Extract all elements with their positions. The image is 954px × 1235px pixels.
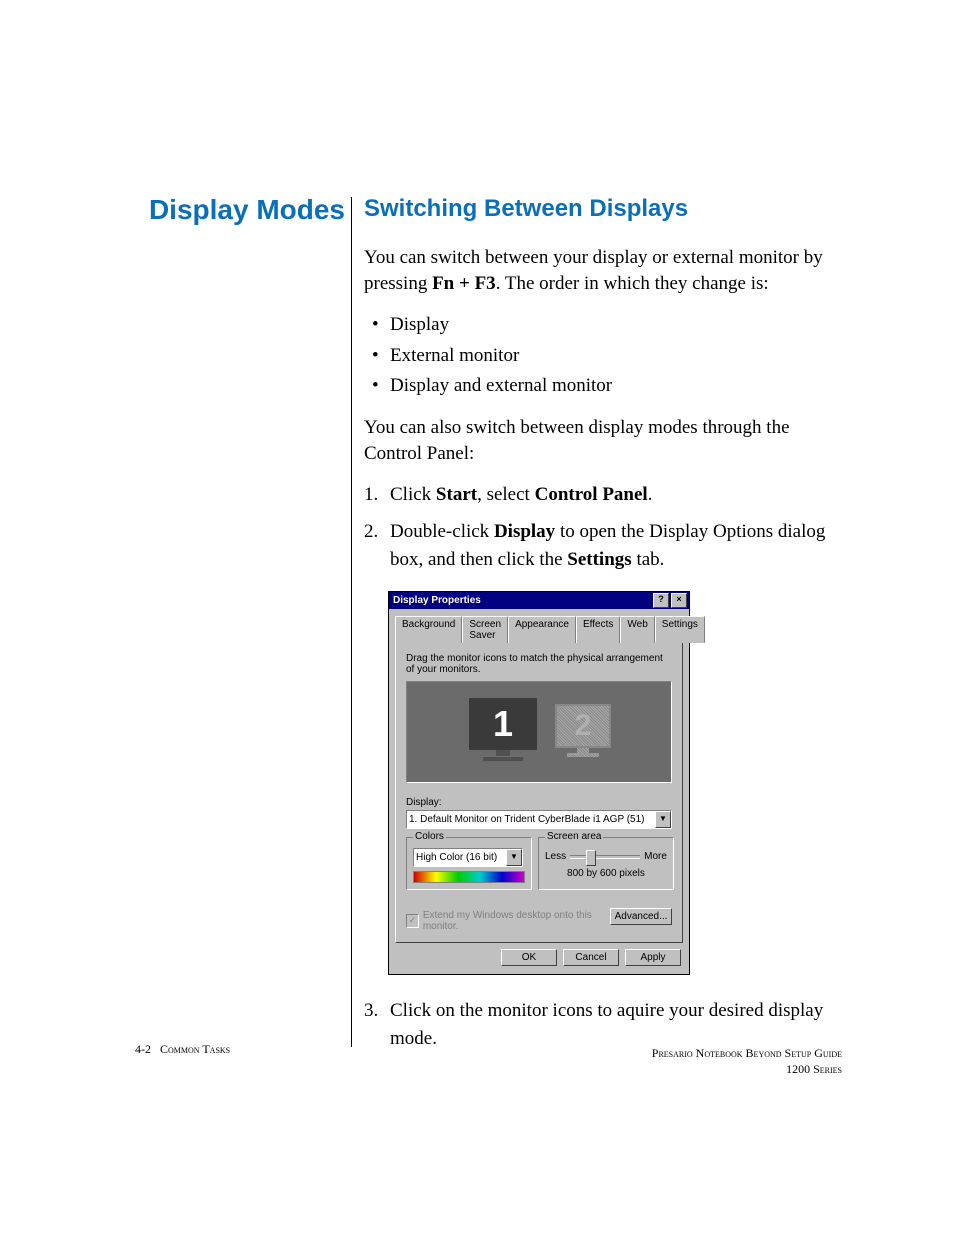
footer-right: Presario Notebook Beyond Setup Guide 120… — [652, 1046, 842, 1077]
bullet-item: External monitor — [364, 341, 844, 371]
paragraph-2: You can also switch between display mode… — [364, 415, 844, 466]
footer-series: 1200 Series — [652, 1062, 842, 1078]
extend-checkbox[interactable]: ✓ — [406, 914, 419, 928]
step-1-c: , select — [477, 484, 535, 505]
intro-text-b: . The order in which they change is: — [496, 273, 769, 294]
bullet-list: Display External monitor Display and ext… — [364, 310, 844, 401]
resolution-value: 800 by 600 pixels — [545, 868, 667, 879]
settings-panel: Drag the monitor icons to match the phys… — [395, 642, 683, 943]
tab-appearance[interactable]: Appearance — [508, 616, 576, 643]
slider-thumb[interactable] — [586, 850, 596, 866]
step-3: Click on the monitor icons to aquire you… — [364, 997, 844, 1052]
screen-area-label: Screen area — [545, 831, 603, 842]
screen-area-group: Screen area Less More 800 by 600 pixels — [538, 837, 674, 890]
intro-paragraph: You can switch between your display or e… — [364, 245, 844, 296]
display-label: Display: — [406, 797, 672, 808]
colors-value: High Color (16 bit) — [414, 852, 506, 863]
monitor-1-number: 1 — [469, 698, 537, 750]
tab-bar: Background Screen Saver Appearance Effec… — [389, 609, 689, 642]
apply-button[interactable]: Apply — [625, 949, 681, 966]
step-list-cont: Click on the monitor icons to aquire you… — [364, 997, 844, 1052]
footer-guide-title: Presario Notebook Beyond Setup Guide — [652, 1046, 842, 1062]
tab-background[interactable]: Background — [395, 616, 462, 643]
step-1-e: . — [648, 484, 653, 505]
monitor-1-icon[interactable]: 1 — [469, 698, 537, 761]
bullet-item: Display — [364, 310, 844, 340]
tab-web[interactable]: Web — [620, 616, 654, 643]
advanced-button[interactable]: Advanced... — [610, 908, 672, 925]
display-select[interactable]: 1. Default Monitor on Trident CyberBlade… — [406, 810, 672, 829]
footer-page-number: 4-2 — [135, 1042, 151, 1056]
step-2-b: Display — [494, 521, 555, 542]
dialog-button-row: OK Cancel Apply — [389, 949, 689, 974]
ok-button[interactable]: OK — [501, 949, 557, 966]
cancel-button[interactable]: Cancel — [563, 949, 619, 966]
step-2-a: Double-click — [390, 521, 494, 542]
extend-label: Extend my Windows desktop onto this moni… — [423, 910, 610, 932]
bullet-item: Display and external monitor — [364, 371, 844, 401]
display-select-value: 1. Default Monitor on Trident CyberBlade… — [407, 814, 655, 825]
tab-settings[interactable]: Settings — [655, 616, 705, 643]
close-button[interactable]: × — [671, 593, 687, 608]
less-label: Less — [545, 851, 566, 862]
section-heading: Switching Between Displays — [364, 195, 844, 223]
step-2-d: Settings — [567, 549, 631, 570]
footer-section-name: Common Tasks — [160, 1042, 230, 1056]
colors-group: Colors High Color (16 bit) ▼ — [406, 837, 532, 890]
dialog-screenshot: Display Properties ? × Background Screen… — [388, 591, 844, 975]
column-divider — [351, 197, 352, 1047]
more-label: More — [644, 851, 667, 862]
step-1-a: Click — [390, 484, 436, 505]
help-button[interactable]: ? — [653, 593, 669, 608]
dialog-title: Display Properties — [393, 595, 651, 606]
intro-key: Fn + F3 — [432, 273, 496, 294]
chevron-down-icon: ▼ — [655, 811, 671, 828]
step-1: Click Start, select Control Panel. — [364, 481, 844, 509]
colors-select[interactable]: High Color (16 bit) ▼ — [413, 848, 523, 867]
step-1-b: Start — [436, 484, 477, 505]
display-properties-dialog: Display Properties ? × Background Screen… — [388, 591, 690, 975]
monitor-2-icon[interactable]: 2 — [555, 704, 611, 757]
tab-screen-saver[interactable]: Screen Saver — [462, 616, 508, 643]
tab-effects[interactable]: Effects — [576, 616, 620, 643]
monitor-arrangement[interactable]: 1 2 — [406, 681, 672, 783]
drag-instruction: Drag the monitor icons to match the phys… — [406, 653, 672, 675]
step-1-d: Control Panel — [535, 484, 648, 505]
chevron-down-icon: ▼ — [506, 849, 522, 866]
side-heading: Display Modes — [135, 195, 345, 226]
monitor-2-number: 2 — [555, 704, 611, 748]
resolution-slider[interactable] — [570, 848, 640, 864]
step-list: Click Start, select Control Panel. Doubl… — [364, 481, 844, 574]
step-2: Double-click Display to open the Display… — [364, 518, 844, 573]
color-gradient-icon — [413, 871, 525, 883]
step-2-e: tab. — [632, 549, 665, 570]
colors-label: Colors — [413, 831, 446, 842]
footer-left: 4-2 Common Tasks — [135, 1042, 230, 1057]
dialog-titlebar: Display Properties ? × — [389, 592, 689, 609]
